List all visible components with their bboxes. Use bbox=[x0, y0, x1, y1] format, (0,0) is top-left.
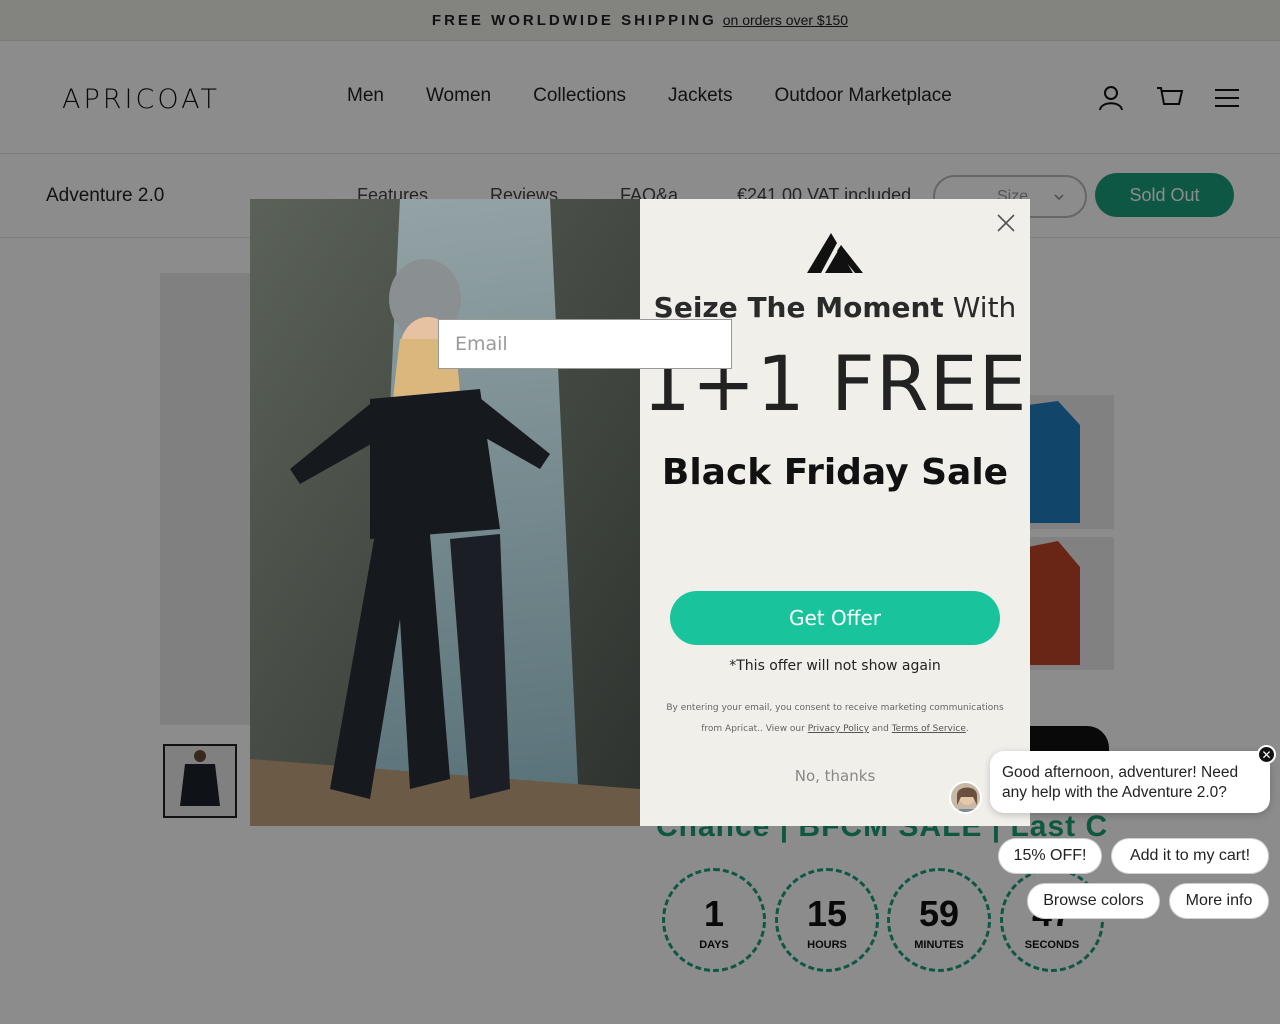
hiker-waterfall-image bbox=[250, 199, 640, 826]
privacy-policy-link[interactable]: Privacy Policy bbox=[808, 724, 869, 734]
chat-message-text: Good afternoon, adventurer! Need any hel… bbox=[1002, 764, 1239, 801]
email-field[interactable] bbox=[438, 319, 732, 369]
chat-chip-browse-colors[interactable]: Browse colors bbox=[1027, 883, 1160, 919]
popup-sale-title: Black Friday Sale bbox=[661, 452, 1009, 493]
legal-suffix: . bbox=[965, 724, 969, 734]
popup-hero-image bbox=[250, 199, 640, 826]
popup-content: Seize The Moment With 1+1 FREE Black Fri… bbox=[640, 199, 1030, 826]
close-icon[interactable] bbox=[996, 213, 1016, 233]
get-offer-button[interactable]: Get Offer bbox=[670, 591, 1000, 645]
chat-chip-discount[interactable]: 15% OFF! bbox=[998, 838, 1102, 874]
newsletter-popup: Seize The Moment With 1+1 FREE Black Fri… bbox=[250, 199, 1030, 826]
chat-close-button[interactable]: ✕ bbox=[1257, 745, 1276, 764]
apricoat-mountain-logo-icon bbox=[807, 233, 863, 273]
popup-legal-text: By entering your email, you consent to r… bbox=[662, 698, 1008, 740]
chat-chip-add-to-cart[interactable]: Add it to my cart! bbox=[1111, 838, 1269, 874]
terms-link[interactable]: Terms of Service bbox=[892, 724, 966, 734]
legal-and: and bbox=[869, 724, 892, 734]
popup-note: *This offer will not show again bbox=[729, 658, 941, 674]
popup-headline-rest: With bbox=[943, 291, 1017, 324]
chat-avatar[interactable] bbox=[949, 781, 982, 814]
chat-message-bubble[interactable]: Good afternoon, adventurer! Need any hel… bbox=[990, 751, 1270, 813]
chat-chip-more-info[interactable]: More info bbox=[1169, 883, 1269, 919]
